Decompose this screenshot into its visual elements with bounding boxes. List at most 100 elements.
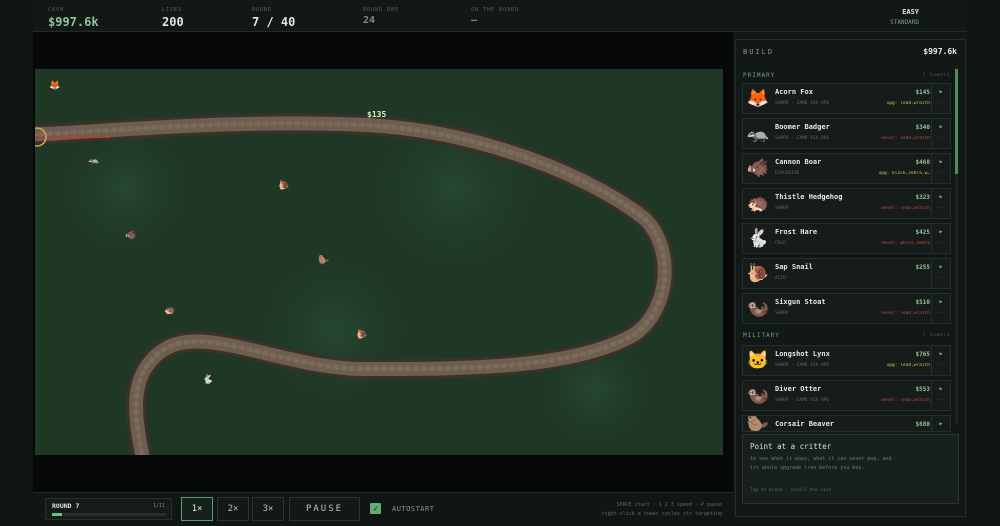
more-icon: ••• [938, 170, 944, 174]
tower-thistle-hedgehog[interactable]: 🦔 Thistle Hedgehog SHARP $323 never: lea… [742, 188, 951, 219]
tower-frost-hare[interactable]: 🐇 Frost Hare COLD $425 never: white,zebr… [742, 223, 951, 254]
section-primary-count: 7 towers [923, 72, 951, 77]
expand-button[interactable]: ▶ ••• [931, 189, 950, 218]
play-icon: ▶ [939, 351, 943, 357]
more-icon: ••• [938, 240, 944, 244]
tower-name: Longshot Lynx [775, 350, 830, 358]
expand-button[interactable]: ▶ ••• [931, 84, 950, 113]
mode-label: STANDARD [890, 19, 919, 26]
expand-button[interactable]: ▶ [931, 416, 950, 431]
tower-note: never: lead,wraith [881, 311, 930, 316]
on-board-stat: ON THE BOARD — [471, 7, 519, 26]
tower-name: Cannon Boar [775, 158, 822, 166]
round-value: 7 / 40 [252, 15, 296, 29]
stoat-icon: 🦦 [746, 298, 770, 319]
tower-sixgun-stoat[interactable]: 🦦 Sixgun Stoat SHARP $510 never: lead,wr… [742, 293, 951, 324]
pause-button[interactable]: PAUSE [289, 497, 360, 521]
info-card: Point at a critter to see what it pops, … [742, 434, 959, 504]
tower-diver-otter[interactable]: 🦦 Diver Otter SHARP · CAMO VIA UPG $553 … [742, 380, 951, 411]
tower-tags: ACID [775, 276, 786, 281]
board-svg [35, 69, 723, 455]
round-rbe-value: 24 [363, 15, 376, 26]
tower-corsair-beaver[interactable]: 🦫 Corsair Beaver $680 ▶ [742, 415, 951, 432]
play-icon: ▶ [939, 229, 943, 235]
tower-price: $145 [915, 89, 930, 96]
scroll-thumb[interactable] [955, 69, 958, 174]
beaver-icon: 🦫 [746, 415, 770, 432]
build-panel: BUILD $997.6k PRIMARY 7 towers 🦊 Acorn F… [735, 39, 966, 517]
critter-hare[interactable]: 🐇 [202, 376, 213, 385]
autostart-label[interactable]: AUTOSTART [392, 505, 434, 513]
build-scrollbar[interactable] [955, 66, 958, 424]
tower-cannon-boar[interactable]: 🐗 Cannon Boar EXPLOSIVE $468 upg: black,… [742, 153, 951, 184]
speed-2x-button[interactable]: 2× [217, 497, 249, 521]
tower-price: $510 [915, 299, 930, 306]
round-progress-count: 1/11 [152, 503, 165, 509]
critter-stoat[interactable]: 🦫 [318, 257, 329, 266]
expand-button[interactable]: ▶ ••• [931, 259, 950, 288]
expand-button[interactable]: ▶ ••• [931, 154, 950, 183]
tower-note: never: white,zebra [881, 241, 930, 246]
expand-button[interactable]: ▶ ••• [931, 119, 950, 148]
on-board-value: — [471, 15, 478, 26]
section-military-count: 7 towers [923, 332, 951, 337]
badger-icon: 🦡 [746, 123, 770, 144]
tower-name: Frost Hare [775, 228, 818, 236]
round-progress: ROUND 7 1/11 [45, 498, 172, 520]
speed-3x-button[interactable]: 3× [252, 497, 284, 521]
round-rbe-label: ROUND RBE [363, 7, 400, 13]
hare-icon: 🐇 [746, 228, 770, 249]
tower-price: $425 [915, 229, 930, 236]
tower-boomer-badger[interactable]: 🦡 Boomer Badger SHARP · CAMO VIA UPG $34… [742, 118, 951, 149]
expand-button[interactable]: ▶ ••• [931, 224, 950, 253]
tower-tags: COLD [775, 241, 786, 246]
difficulty-label: EASY [902, 8, 919, 16]
more-icon: ••• [938, 100, 944, 104]
critter-hedgehog[interactable]: 🦔 [164, 307, 175, 316]
more-icon: ••• [938, 397, 944, 401]
play-icon: ▶ [939, 89, 943, 95]
on-board-label: ON THE BOARD [471, 7, 520, 13]
tower-acorn-fox[interactable]: 🦊 Acorn Fox SHARP · CAMO VIA UPG $145 up… [742, 83, 951, 114]
more-icon: ••• [938, 362, 944, 366]
round-rbe-stat: ROUND RBE 24 [363, 7, 399, 26]
tower-name: Diver Otter [775, 385, 822, 393]
lives-stat: LIVES 200 [162, 7, 184, 29]
round-stat: ROUND 7 / 40 [252, 7, 295, 29]
section-military-label: MILITARY [743, 332, 780, 339]
play-icon: ▶ [939, 264, 943, 270]
expand-button[interactable]: ▶ ••• [931, 381, 950, 410]
boar-icon: 🐗 [746, 158, 770, 179]
speed-1x-button[interactable]: 1× [181, 497, 213, 521]
more-icon: ••• [938, 275, 944, 279]
play-icon: ▶ [939, 159, 943, 165]
cash-value: $997.6k [48, 15, 99, 29]
tower-price: $323 [915, 194, 930, 201]
tower-sap-snail[interactable]: 🐌 Sap Snail ACID $255 ▶ ••• [742, 258, 951, 289]
section-primary-label: PRIMARY [743, 72, 776, 79]
info-desc: to see what it pops, what it can never p… [750, 456, 892, 471]
critter-snail[interactable]: 🐌 [356, 331, 367, 340]
round-progress-track [52, 513, 166, 516]
expand-button[interactable]: ▶ ••• [931, 294, 950, 323]
game-board[interactable]: 🦊 🦡 🐌 🐗 🦫 🦔 🐌 🐇 $135 [35, 69, 723, 455]
info-title: Point at a critter [750, 442, 832, 451]
hedgehog-icon: 🦔 [746, 193, 770, 214]
expand-button[interactable]: ▶ ••• [931, 346, 950, 375]
critter-snail[interactable]: 🐌 [278, 182, 289, 191]
critter-badger[interactable]: 🦡 [88, 157, 99, 166]
tower-longshot-lynx[interactable]: 🐱 Longshot Lynx SHARP · CAMO VIA UPG $76… [742, 345, 951, 376]
autostart-checkbox[interactable]: ✓ [370, 503, 381, 514]
critter-fox[interactable]: 🦊 [49, 82, 60, 91]
snail-icon: 🐌 [746, 263, 770, 284]
tower-price: $340 [915, 124, 930, 131]
tower-name: Thistle Hedgehog [775, 193, 843, 201]
tower-name: Sap Snail [775, 263, 813, 271]
lives-value: 200 [162, 15, 184, 29]
lynx-icon: 🐱 [746, 350, 770, 371]
tower-name: Sixgun Stoat [775, 298, 826, 306]
section-military: MILITARY 7 towers [743, 332, 949, 339]
critter-boar[interactable]: 🐗 [125, 232, 136, 241]
play-icon: ▶ [939, 299, 943, 305]
tower-price: $765 [915, 351, 930, 358]
